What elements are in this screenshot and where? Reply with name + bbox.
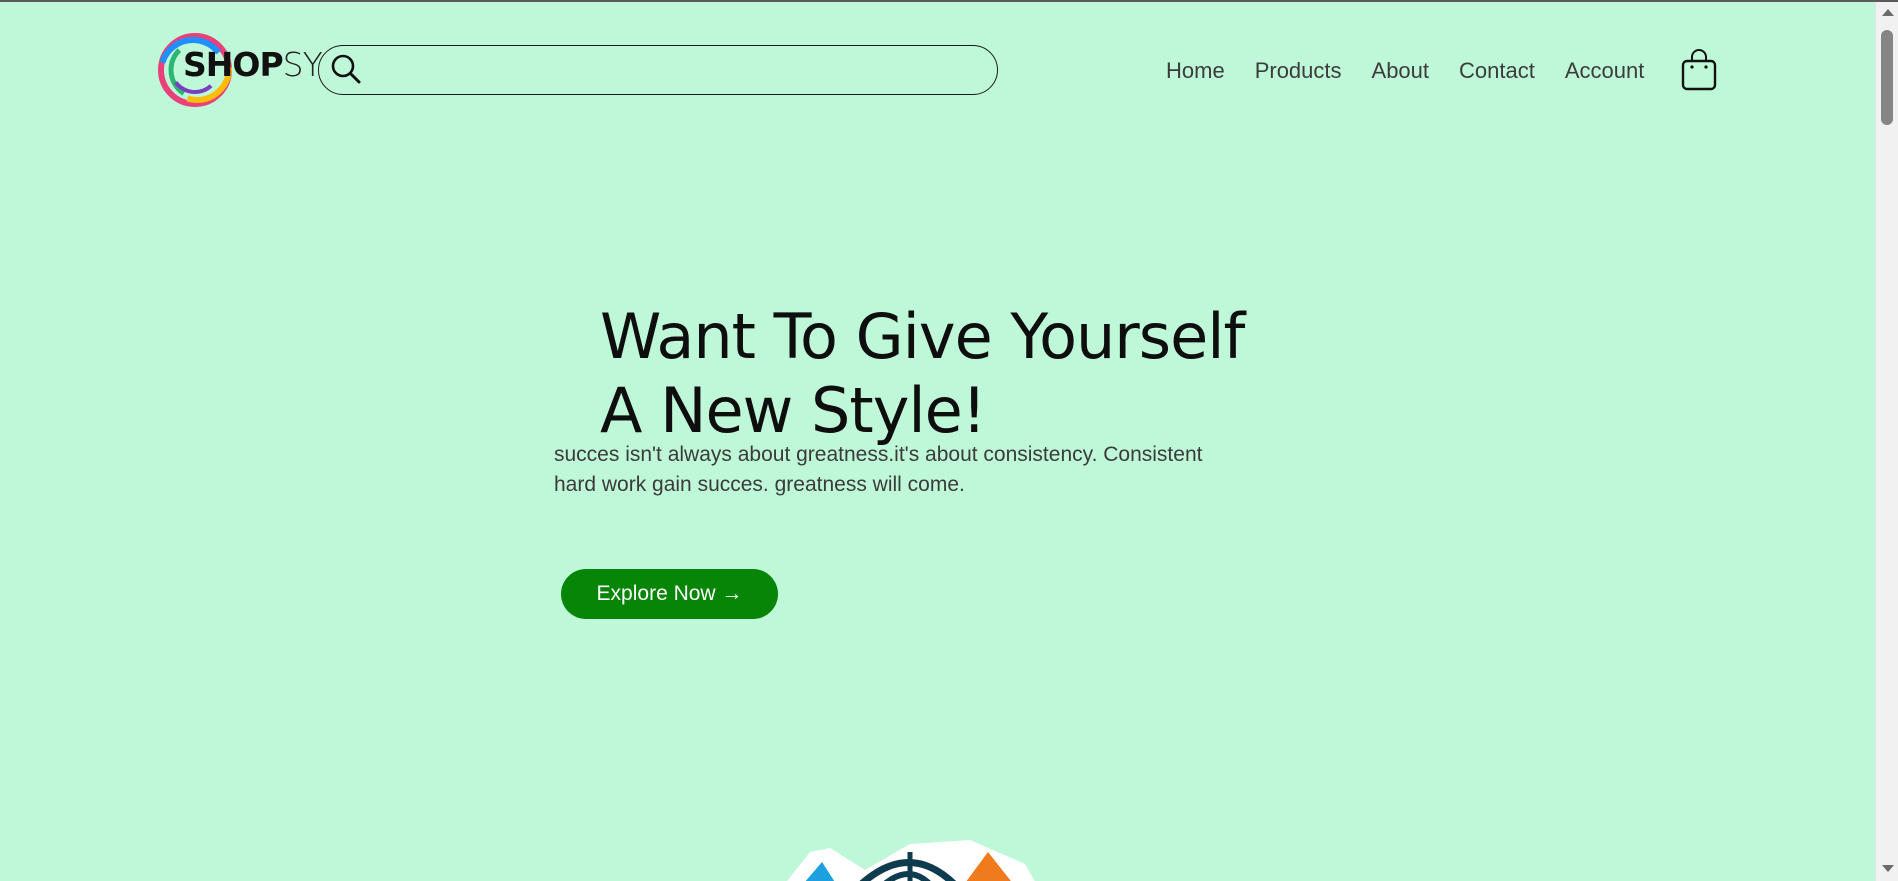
hero-title-line-2: A New Style!	[600, 373, 987, 447]
browser-viewport: SHOPSY Home Products About Contact Accou…	[0, 0, 1898, 881]
logo-wordmark: SHOPSY	[183, 45, 323, 84]
search-input[interactable]	[371, 52, 975, 88]
nav-account-link[interactable]: Account	[1565, 56, 1645, 86]
hero-subtitle-line-2: hard work gain succes. greatness will co…	[554, 473, 965, 496]
search-bar	[318, 45, 998, 95]
site-header: SHOPSY Home Products About Contact Accou…	[0, 0, 1875, 140]
explore-now-button[interactable]: Explore Now →	[561, 569, 778, 619]
nav-products-link[interactable]: Products	[1255, 56, 1342, 86]
nav-contact-link[interactable]: Contact	[1459, 56, 1535, 86]
shopping-bag-icon[interactable]	[1681, 48, 1717, 92]
shopsy-logo[interactable]: SHOPSY	[155, 28, 323, 108]
hero-subtitle-line-1: succes isn't always about greatness.it's…	[554, 443, 1203, 466]
hero-title-line-1: Want To Give Yourself	[600, 299, 1245, 373]
hero-subtitle: succes isn't always about greatness.it's…	[554, 440, 1274, 500]
logo-text-light: SY	[282, 45, 323, 84]
hero-illustration	[787, 840, 1035, 881]
search-icon[interactable]	[329, 52, 363, 86]
scroll-down-arrow-icon[interactable]	[1882, 865, 1894, 872]
nav-about-link[interactable]: About	[1372, 56, 1430, 86]
logo-text-bold: SHOP	[183, 45, 284, 84]
scroll-up-arrow-icon[interactable]	[1882, 9, 1894, 16]
scrollbar-thumb[interactable]	[1881, 30, 1893, 125]
window-top-border	[0, 0, 1898, 2]
main-nav: Home Products About Contact Account	[1166, 56, 1674, 86]
vertical-scrollbar[interactable]	[1875, 0, 1898, 881]
hero-title: Want To Give Yourself A New Style!	[600, 300, 1360, 448]
nav-home-link[interactable]: Home	[1166, 56, 1225, 86]
